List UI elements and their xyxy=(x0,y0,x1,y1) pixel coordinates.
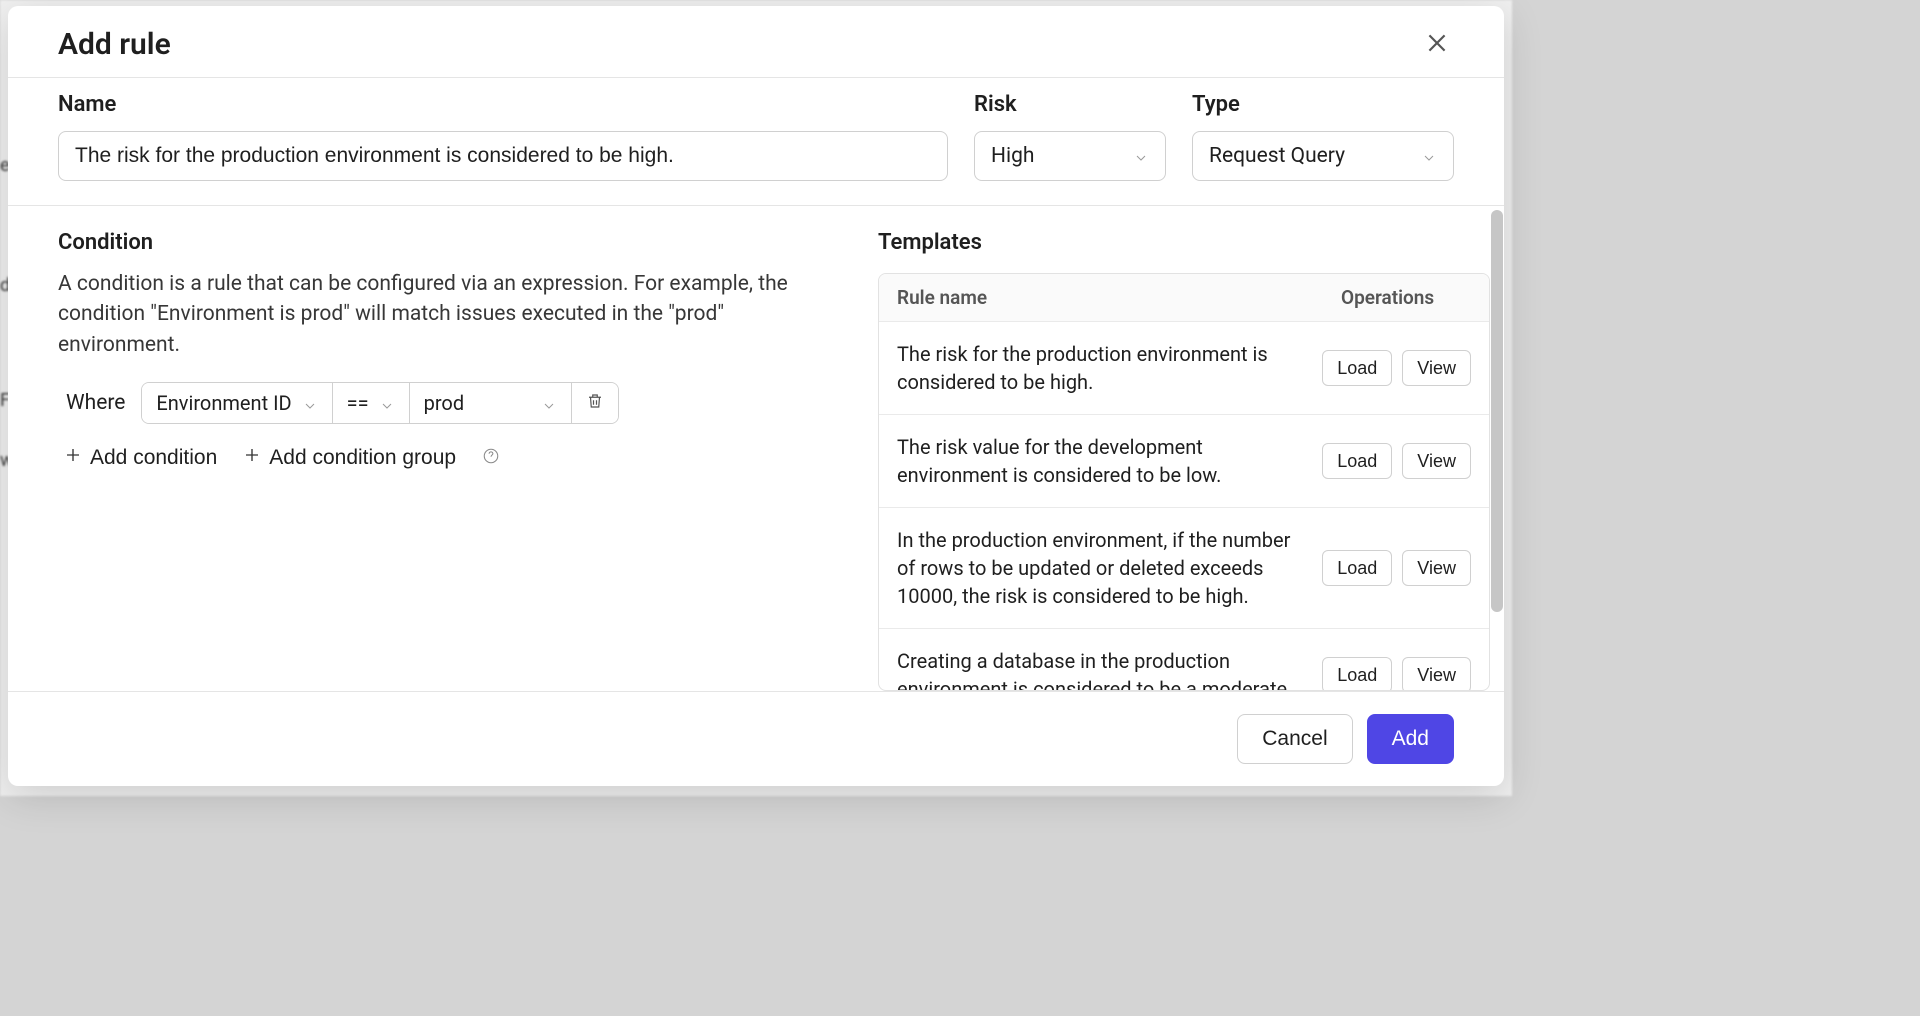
add-condition-button[interactable]: Add condition xyxy=(64,446,217,470)
add-rule-modal: Add rule Name Risk High Type Request Que… xyxy=(8,6,1504,786)
type-label: Type xyxy=(1192,92,1454,117)
trash-icon xyxy=(586,391,604,415)
name-label: Name xyxy=(58,92,948,117)
chevron-down-icon xyxy=(541,395,557,411)
chevron-down-icon xyxy=(379,395,395,411)
template-ops: Load View xyxy=(1322,350,1471,386)
close-button[interactable] xyxy=(1420,26,1454,63)
load-button[interactable]: Load xyxy=(1322,657,1392,690)
risk-label: Risk xyxy=(974,92,1166,117)
chevron-down-icon xyxy=(302,395,318,411)
form-row: Name Risk High Type Request Query xyxy=(8,77,1504,205)
condition-value-text: prod xyxy=(424,391,465,415)
template-name: The risk for the production environment … xyxy=(897,340,1310,396)
template-name: The risk value for the development envir… xyxy=(897,433,1310,489)
condition-description: A condition is a rule that can be config… xyxy=(58,269,798,360)
risk-select[interactable]: High xyxy=(974,131,1166,181)
add-condition-group-label: Add condition group xyxy=(269,446,456,470)
templates-list[interactable]: The risk for the production environment … xyxy=(879,322,1489,690)
templates-col-name: Rule name xyxy=(897,286,1341,309)
condition-title: Condition xyxy=(58,230,838,255)
view-button[interactable]: View xyxy=(1402,657,1471,690)
scrollbar[interactable] xyxy=(1491,210,1503,612)
view-button[interactable]: View xyxy=(1402,350,1471,386)
condition-field-value: Environment ID xyxy=(156,391,291,415)
add-condition-label: Add condition xyxy=(90,446,217,470)
risk-value: High xyxy=(991,144,1034,168)
template-ops: Load View xyxy=(1322,657,1471,690)
load-button[interactable]: Load xyxy=(1322,550,1392,586)
view-button[interactable]: View xyxy=(1402,443,1471,479)
chevron-down-icon xyxy=(1421,148,1437,164)
condition-expression: Environment ID == prod xyxy=(141,382,618,424)
template-ops: Load View xyxy=(1322,443,1471,479)
condition-panel: Condition A condition is a rule that can… xyxy=(8,206,878,691)
templates-title: Templates xyxy=(878,230,1490,255)
type-select[interactable]: Request Query xyxy=(1192,131,1454,181)
close-icon xyxy=(1424,30,1450,59)
template-row: Creating a database in the production en… xyxy=(879,629,1489,690)
plus-icon xyxy=(64,446,82,470)
add-condition-group-button[interactable]: Add condition group xyxy=(243,446,456,470)
templates-col-ops: Operations xyxy=(1341,286,1471,309)
templates-panel: Templates Rule name Operations The risk … xyxy=(878,206,1504,691)
template-name: In the production environment, if the nu… xyxy=(897,526,1310,610)
modal-footer: Cancel Add xyxy=(8,691,1504,786)
chevron-down-icon xyxy=(1133,148,1149,164)
modal-title: Add rule xyxy=(58,27,171,62)
name-group: Name xyxy=(58,92,948,181)
template-ops: Load View xyxy=(1322,550,1471,586)
cancel-button[interactable]: Cancel xyxy=(1237,714,1352,764)
delete-condition-button[interactable] xyxy=(572,383,618,423)
add-button[interactable]: Add xyxy=(1367,714,1454,764)
modal-body: Condition A condition is a rule that can… xyxy=(8,205,1504,691)
condition-field-select[interactable]: Environment ID xyxy=(142,383,332,423)
load-button[interactable]: Load xyxy=(1322,443,1392,479)
templates-header-row: Rule name Operations xyxy=(879,274,1489,322)
where-label: Where xyxy=(66,391,125,415)
type-group: Type Request Query xyxy=(1192,92,1454,181)
condition-operator-select[interactable]: == xyxy=(333,383,410,423)
risk-group: Risk High xyxy=(974,92,1166,181)
template-row: The risk value for the development envir… xyxy=(879,415,1489,508)
view-button[interactable]: View xyxy=(1402,550,1471,586)
condition-operator-value: == xyxy=(347,391,369,415)
help-icon[interactable] xyxy=(482,447,500,469)
templates-table: Rule name Operations The risk for the pr… xyxy=(878,273,1490,691)
template-row: In the production environment, if the nu… xyxy=(879,508,1489,629)
template-row: The risk for the production environment … xyxy=(879,322,1489,415)
condition-value-select[interactable]: prod xyxy=(410,383,572,423)
plus-icon xyxy=(243,446,261,470)
load-button[interactable]: Load xyxy=(1322,350,1392,386)
name-input[interactable] xyxy=(58,131,948,181)
template-name: Creating a database in the production en… xyxy=(897,647,1310,690)
type-value: Request Query xyxy=(1209,144,1345,168)
add-actions: Add condition Add condition group xyxy=(58,446,838,470)
condition-row: Where Environment ID == xyxy=(58,382,838,424)
modal-header: Add rule xyxy=(8,6,1504,77)
